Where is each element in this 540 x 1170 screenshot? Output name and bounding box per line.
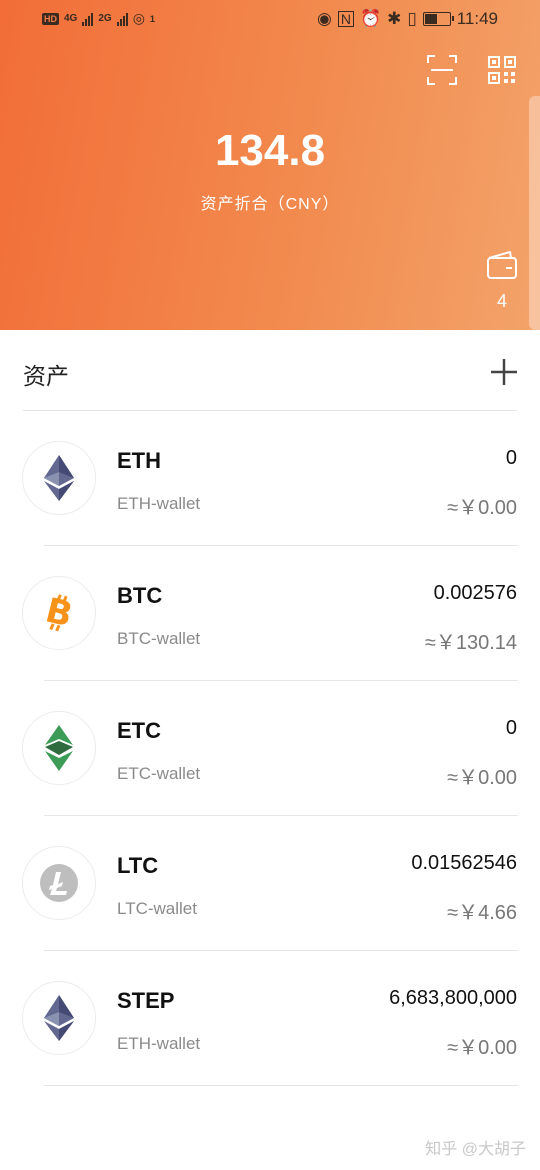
total-asset-value: 134.8 — [214, 126, 326, 175]
asset-amount: 0.002576 — [433, 582, 517, 604]
assets-title: 资产 — [23, 363, 69, 389]
asset-amount: 6,683,800,000 — [389, 987, 517, 1009]
asset-symbol: STEP — [117, 988, 175, 1013]
asset-wallet-name: ETH-wallet — [117, 494, 201, 513]
asset-fiat-value: ≈￥0.00 — [447, 1037, 517, 1059]
asset-row-ltc[interactable]: LTC LTC-wallet 0.01562546 ≈￥4.66 — [0, 816, 540, 951]
asset-fiat-value: ≈￥0.00 — [447, 767, 517, 789]
asset-amount: 0.01562546 — [411, 852, 517, 874]
status-time: 11:49 — [456, 9, 498, 28]
asset-fiat-value: ≈￥0.00 — [447, 497, 517, 519]
network-type-2g: 2G — [98, 13, 112, 24]
status-left: HD 4G 2G ◎ 1 — [42, 10, 155, 27]
asset-row-step[interactable]: STEP ETH-wallet 6,683,800,000 ≈￥0.00 — [0, 951, 540, 1086]
asset-amount: 0 — [505, 717, 517, 739]
bitcoin-icon: B — [42, 593, 77, 633]
hotspot-icon: ◎ — [132, 10, 145, 26]
battery-level — [424, 14, 437, 24]
asset-wallet-name: BTC-wallet — [117, 629, 201, 648]
asset-symbol: ETC — [117, 718, 161, 743]
status-right: ◉ N ⏰ ✱ ▯ 11:49 — [317, 9, 498, 29]
coin-logo — [22, 441, 96, 515]
asset-symbol: LTC — [117, 853, 159, 878]
nfc-icon: N — [337, 11, 354, 27]
ethereum-icon — [44, 995, 74, 1041]
asset-symbol: ETH — [117, 448, 161, 473]
asset-row-btc[interactable]: B BTC BTC-wallet 0.002576 ≈￥130.14 — [0, 546, 540, 681]
watermark: 知乎 @大胡子 — [425, 1141, 526, 1158]
wallet-icon[interactable] — [486, 250, 518, 280]
signal-icon-2 — [116, 12, 128, 26]
ethereum-icon — [44, 455, 74, 501]
asset-amount: 0 — [505, 447, 517, 469]
qr-code-icon[interactable] — [488, 56, 516, 84]
asset-row-eth[interactable]: ETH ETH-wallet 0 ≈￥0.00 — [0, 411, 540, 546]
battery-icon — [422, 12, 454, 26]
asset-symbol: BTC — [117, 583, 163, 608]
coin-logo: B — [22, 576, 96, 650]
asset-fiat-value: ≈￥4.66 — [447, 902, 517, 924]
coin-logo — [22, 711, 96, 785]
network-type-4g: 4G — [64, 13, 78, 24]
eye-icon: ◉ — [316, 9, 332, 28]
wallet-count[interactable]: 4 — [486, 291, 518, 312]
asset-fiat-value: ≈￥130.14 — [424, 632, 517, 654]
hotspot-count: 1 — [149, 13, 155, 24]
row-divider — [44, 1085, 518, 1086]
asset-wallet-name: LTC-wallet — [117, 899, 197, 918]
asset-wallet-name: ETC-wallet — [117, 764, 201, 783]
litecoin-icon — [40, 864, 78, 902]
status-bar: HD 4G 2G ◎ 1 ◉ N ⏰ ✱ ▯ 11:49 — [0, 0, 540, 40]
scan-icon[interactable] — [427, 55, 457, 85]
alarm-icon: ⏰ — [359, 9, 382, 28]
bluetooth-icon: ✱ — [387, 9, 402, 28]
total-asset-label: 资产折合（CNY） — [200, 196, 340, 213]
vibrate-icon: ▯ — [407, 9, 417, 28]
header-banner: HD 4G 2G ◎ 1 ◉ N ⏰ ✱ ▯ 11:49 134.8 资产折合（… — [0, 0, 540, 330]
asset-row-etc[interactable]: ETC ETC-wallet 0 ≈￥0.00 — [0, 681, 540, 816]
plus-icon[interactable] — [489, 357, 519, 387]
hd-badge: HD — [42, 12, 59, 25]
signal-icon — [82, 12, 94, 26]
scroll-indicator — [529, 96, 540, 330]
ethereum-classic-icon — [45, 725, 73, 771]
coin-logo — [22, 981, 96, 1055]
asset-wallet-name: ETH-wallet — [117, 1034, 201, 1053]
coin-logo — [22, 846, 96, 920]
assets-section-header: 资产 — [0, 330, 540, 410]
